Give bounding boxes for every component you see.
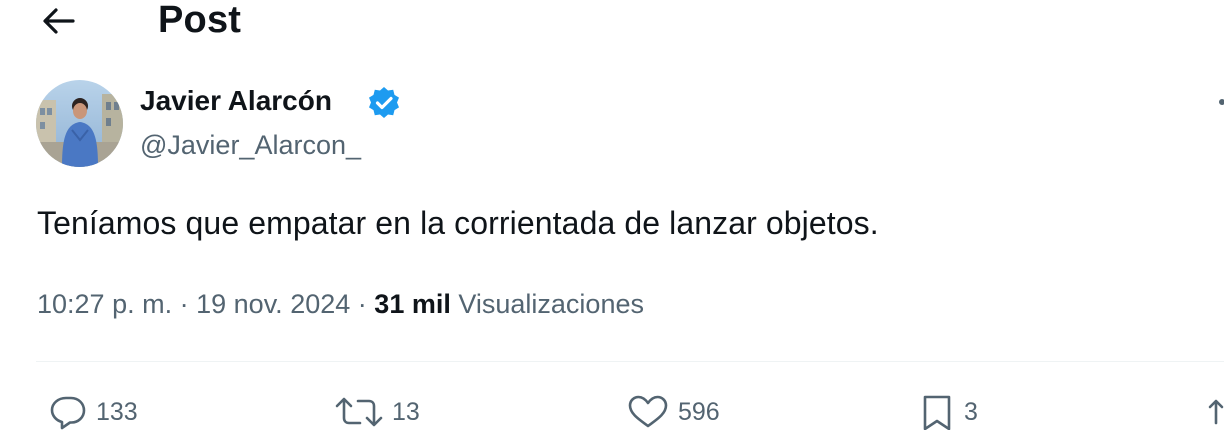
post-date[interactable]: 19 nov. 2024: [196, 289, 350, 319]
author-display-name[interactable]: Javier Alarcón: [140, 84, 332, 118]
views-count: 31 mil: [374, 289, 451, 319]
author-handle[interactable]: @Javier_Alarcon_: [140, 128, 361, 162]
speech-bubble-icon: [48, 394, 88, 430]
post-text: Teníamos que empatar en la corrientada d…: [37, 205, 879, 241]
post-page: Post Javier Alarcón @Javier_Alarcon_ Ten…: [0, 0, 1224, 430]
page-title: Post: [158, 0, 242, 41]
top-bar: Post: [0, 0, 1224, 44]
reply-count: 133: [96, 398, 138, 426]
bookmark-icon: [918, 393, 956, 430]
bookmark-button[interactable]: 3: [918, 390, 978, 430]
views-label: Visualizaciones: [458, 289, 644, 319]
like-button[interactable]: 596: [626, 390, 720, 430]
back-button[interactable]: [38, 2, 78, 40]
share-button[interactable]: [1208, 390, 1224, 430]
heart-icon: [626, 394, 670, 430]
meta-separator: ·: [357, 289, 367, 319]
share-icon: [1208, 393, 1224, 430]
repost-arrows-icon: [334, 394, 384, 430]
verified-badge-icon: [366, 85, 402, 121]
bookmark-count: 3: [964, 398, 978, 426]
post-metadata: 10:27 p. m. · 19 nov. 2024 · 31 mil Visu…: [37, 286, 644, 322]
arrow-left-icon: [40, 6, 76, 36]
like-count: 596: [678, 398, 720, 426]
reply-button[interactable]: 133: [48, 390, 138, 430]
repost-button[interactable]: 13: [334, 390, 420, 430]
avatar[interactable]: [36, 80, 123, 167]
divider: [36, 361, 1224, 362]
post-time[interactable]: 10:27 p. m.: [37, 289, 172, 319]
meta-separator: ·: [179, 289, 189, 319]
more-options-icon[interactable]: [1219, 99, 1224, 105]
repost-count: 13: [392, 398, 420, 426]
